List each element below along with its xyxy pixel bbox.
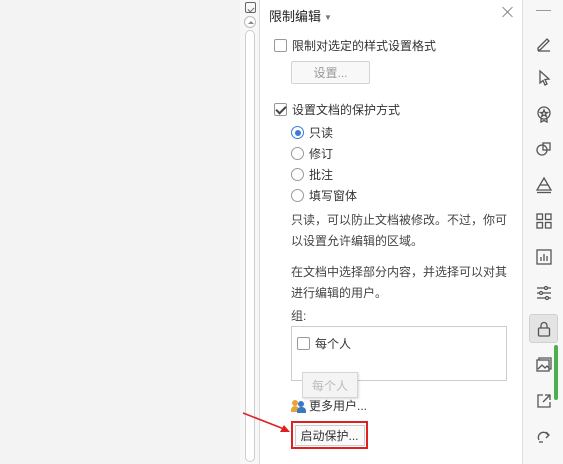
lock-icon[interactable] (529, 314, 558, 343)
layers-icon[interactable] (529, 170, 558, 199)
restrict-format-checkbox[interactable] (274, 39, 287, 52)
radio-button[interactable] (291, 168, 304, 181)
protect-mode-checkbox-row[interactable]: 设置文档的保护方式 (274, 101, 400, 118)
ruler-toggle-icon[interactable] (245, 2, 256, 13)
radio-label: 填写窗体 (309, 189, 358, 203)
red-arrow-annotation (242, 412, 290, 432)
restrict-format-label: 限制对选定的样式设置格式 (292, 39, 437, 53)
panel-title-text: 限制编辑 (269, 9, 322, 24)
shapes-icon[interactable] (529, 134, 558, 163)
radio-button[interactable] (291, 126, 304, 139)
radio-button[interactable] (291, 189, 304, 202)
pointer-icon[interactable] (529, 63, 558, 92)
document-area[interactable] (0, 0, 240, 464)
radio-button[interactable] (291, 147, 304, 160)
stamp-icon[interactable] (529, 99, 558, 128)
description-line: 在文档中选择部分内容，并选择可以对其 (291, 265, 508, 279)
chevron-down-icon[interactable]: ▼ (324, 13, 332, 22)
start-protection-label: 启动保护... (294, 424, 365, 446)
close-icon[interactable] (502, 6, 514, 18)
restrict-format-checkbox-row[interactable]: 限制对选定的样式设置格式 (274, 37, 436, 54)
panel-title[interactable]: 限制编辑 ▼ (269, 6, 332, 25)
chart-icon[interactable] (529, 242, 558, 271)
readonly-description: 只读，可以防止文档被修改。不过，你可 以设置允许编辑的区域。 (291, 210, 516, 252)
redo-icon[interactable] (529, 421, 558, 450)
scroll-thumb[interactable] (245, 30, 255, 462)
description-line: 以设置允许编辑的区域。 (291, 234, 424, 248)
radio-readonly[interactable]: 只读 (291, 124, 333, 141)
settings-button: 设置... (291, 61, 370, 84)
description-line: 进行编辑的用户。 (291, 286, 388, 300)
protect-mode-label: 设置文档的保护方式 (292, 103, 401, 117)
group-label: 组: (291, 309, 307, 323)
radio-label: 修订 (309, 147, 334, 161)
select-users-description: 在文档中选择部分内容，并选择可以对其 进行编辑的用户。 (291, 262, 516, 304)
pen-icon[interactable] (529, 28, 558, 57)
description-line: 只读，可以防止文档被修改。不过，你可 (291, 213, 508, 227)
more-users-label: 更多用户... (309, 399, 368, 413)
more-users-link[interactable]: 更多用户... (291, 397, 367, 414)
sliders-icon[interactable] (529, 278, 558, 307)
restrict-editing-panel: 限制编辑 ▼ 限制对选定的样式设置格式 设置... 设置文档的保护方式 只读 修订… (260, 0, 522, 464)
radio-label: 只读 (309, 126, 334, 140)
everyone-checkbox[interactable] (297, 337, 310, 350)
right-toolbar (522, 0, 563, 464)
scroll-up-button[interactable] (244, 16, 256, 28)
group-item-everyone[interactable]: 每个人 (297, 335, 351, 352)
scroll-indicator[interactable] (554, 345, 558, 400)
radio-form[interactable]: 填写窗体 (291, 187, 357, 204)
protect-mode-checkbox[interactable] (274, 103, 287, 116)
drag-handle-icon[interactable] (536, 10, 551, 11)
radio-comment[interactable]: 批注 (291, 166, 333, 183)
start-protection-button[interactable]: 启动保护... (291, 421, 368, 449)
vertical-scrollbar[interactable] (240, 0, 260, 464)
radio-label: 批注 (309, 168, 334, 182)
apps-icon[interactable] (529, 206, 558, 235)
radio-revision[interactable]: 修订 (291, 145, 333, 162)
tooltip: 每个人 (302, 372, 358, 398)
everyone-label: 每个人 (315, 337, 352, 351)
